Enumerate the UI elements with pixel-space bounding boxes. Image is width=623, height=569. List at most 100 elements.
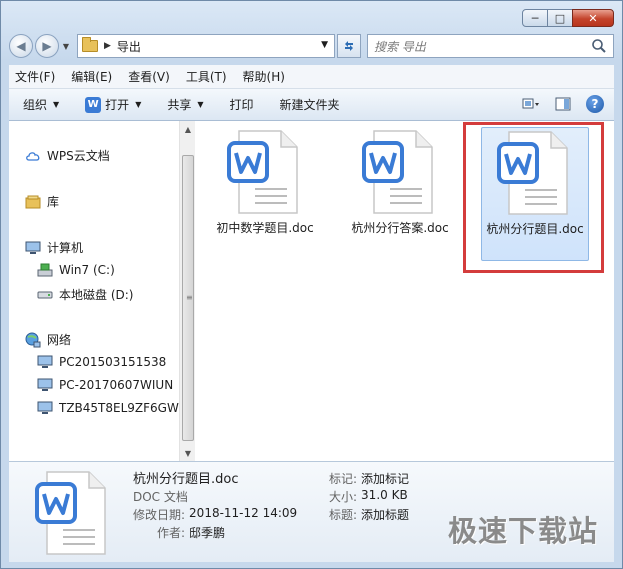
chevron-down-icon: ▼ [135, 100, 142, 109]
menu-tools[interactable]: 工具(T) [186, 68, 227, 85]
details-modified: 修改日期: 2018-11-12 14:09 [133, 506, 297, 523]
nav-library-label: 库 [47, 195, 60, 209]
pc-icon [37, 354, 53, 370]
file-item[interactable]: 初中数学题目.doc [211, 127, 319, 261]
print-button[interactable]: 打印 [230, 96, 254, 113]
breadcrumb-current[interactable]: 导出 [117, 38, 141, 55]
details-pane: 杭州分行题目.doc DOC 文档 修改日期: 2018-11-12 14:09… [9, 461, 614, 562]
details-tags: 标记: 添加标记 [329, 470, 409, 487]
nav-wps-cloud[interactable]: WPS云文档 [25, 147, 110, 164]
organize-button[interactable]: 组织 ▼ [23, 96, 59, 113]
scroll-up-icon[interactable]: ▲ [180, 121, 196, 137]
chevron-down-icon: ▼ [53, 100, 60, 109]
title-label: 标题: [329, 508, 358, 522]
tags-label: 标记: [329, 472, 358, 486]
details-size: 大小: 31.0 KB [329, 488, 408, 505]
navigation-pane: WPS云文档 库 计算机 Win7 (C:) 本地磁盘 (D:) 网络 PC20… [9, 121, 195, 461]
forward-button[interactable]: ▶ [35, 34, 59, 58]
nav-pc-1[interactable]: PC201503151538 [37, 354, 166, 370]
file-name: 杭州分行答案.doc [351, 221, 449, 235]
help-button[interactable]: ? [586, 95, 604, 113]
nav-pc-1-label: PC201503151538 [59, 355, 167, 369]
modified-value: 2018-11-12 14:09 [189, 506, 298, 520]
view-controls: ? [510, 94, 604, 114]
cloud-icon [25, 148, 41, 164]
library-icon [25, 194, 41, 210]
details-file-type: DOC 文档 [133, 490, 188, 504]
pc-icon [37, 400, 53, 416]
menu-file[interactable]: 文件(F) [15, 68, 55, 85]
scroll-down-icon[interactable]: ▼ [180, 445, 196, 461]
close-button[interactable]: ✕ [572, 9, 614, 27]
wps-doc-icon [362, 130, 433, 214]
address-dropdown-icon[interactable]: ▼ [321, 40, 328, 50]
details-file-name: 杭州分行题目.doc [133, 472, 239, 487]
nav-network-label: 网络 [47, 333, 72, 347]
nav-computer-label: 计算机 [47, 241, 84, 255]
open-label: 打开 [105, 98, 130, 112]
organize-label: 组织 [23, 98, 48, 112]
modified-label: 修改日期: [133, 508, 186, 522]
nav-drive-c[interactable]: Win7 (C:) [37, 262, 115, 278]
nav-drive-d[interactable]: 本地磁盘 (D:) [37, 286, 133, 303]
nav-pc-2-label: PC-20170607WIUN [59, 378, 174, 392]
preview-pane-button[interactable] [552, 94, 574, 114]
wps-doc-icon [227, 130, 298, 214]
explorer-window: ─ □ ✕ ◀ ▶ ▼ ▶ 导出 ▼ 搜索 导出 文件(F) 编辑(E) 查看(… [0, 0, 623, 569]
details-author: 作者: 邸季鹏 [157, 524, 225, 541]
maximize-button[interactable]: □ [547, 9, 573, 27]
recent-pages-dropdown[interactable]: ▼ [59, 42, 73, 51]
nav-network[interactable]: 网络 [25, 331, 71, 348]
search-placeholder: 搜索 导出 [374, 39, 426, 54]
size-value: 31.0 KB [361, 488, 408, 502]
scroll-thumb[interactable]: ≡ [182, 155, 194, 441]
view-icon [522, 98, 539, 109]
back-button[interactable]: ◀ [9, 34, 33, 58]
share-button[interactable]: 共享 ▼ [167, 96, 203, 113]
file-name: 初中数学题目.doc [216, 221, 314, 235]
preview-pane-icon [555, 97, 571, 111]
menu-edit[interactable]: 编辑(E) [71, 68, 112, 85]
nav-pc-2[interactable]: PC-20170607WIUN [37, 377, 173, 393]
size-label: 大小: [329, 490, 358, 504]
caption-buttons: ─ □ ✕ [522, 9, 614, 27]
wps-app-icon: W [85, 96, 102, 113]
nav-computer[interactable]: 计算机 [25, 239, 83, 256]
pc-icon [37, 377, 53, 393]
new-folder-button[interactable]: 新建文件夹 [280, 96, 340, 113]
navigation-bar: ◀ ▶ ▼ ▶ 导出 ▼ 搜索 导出 [9, 33, 614, 59]
share-label: 共享 [167, 98, 192, 112]
address-bar[interactable]: ▶ 导出 ▼ [77, 34, 335, 58]
command-bar: 组织 ▼ W 打开 ▼ 共享 ▼ 打印 新建文件夹 ? [9, 89, 614, 121]
highlight-annotation [463, 122, 604, 273]
nav-library[interactable]: 库 [25, 193, 59, 210]
author-label: 作者: [157, 526, 186, 540]
refresh-icon [345, 41, 353, 51]
nav-scrollbar[interactable]: ▲ ≡ ▼ [179, 121, 195, 461]
change-view-button[interactable] [520, 94, 542, 114]
nav-pc-3[interactable]: TZB45T8EL9ZF6GW [37, 400, 179, 416]
author-value[interactable]: 邸季鹏 [189, 524, 225, 541]
new-folder-label: 新建文件夹 [279, 98, 340, 112]
search-box[interactable]: 搜索 导出 [367, 34, 614, 58]
wps-doc-icon [35, 471, 106, 555]
hard-drive-icon [37, 287, 53, 303]
search-icon[interactable] [591, 38, 607, 54]
nav-pc-3-label: TZB45T8EL9ZF6GW [59, 401, 179, 415]
file-item[interactable]: 杭州分行答案.doc [346, 127, 454, 261]
details-title: 标题: 添加标题 [329, 506, 409, 523]
folder-icon [82, 37, 98, 52]
nav-drive-c-label: Win7 (C:) [59, 263, 115, 277]
chevron-down-icon: ▼ [197, 100, 204, 109]
tags-value[interactable]: 添加标记 [361, 470, 409, 487]
watermark-logo: 极速下载站 [447, 514, 598, 548]
menu-view[interactable]: 查看(V) [128, 68, 170, 85]
minimize-button[interactable]: ─ [522, 9, 548, 27]
title-value[interactable]: 添加标题 [361, 506, 409, 523]
breadcrumb-arrow-icon[interactable]: ▶ [104, 41, 111, 51]
refresh-button[interactable] [337, 34, 361, 58]
menu-help[interactable]: 帮助(H) [243, 68, 285, 85]
print-label: 打印 [229, 98, 254, 112]
open-button[interactable]: W 打开 ▼ [85, 96, 141, 113]
system-drive-icon [37, 262, 53, 278]
